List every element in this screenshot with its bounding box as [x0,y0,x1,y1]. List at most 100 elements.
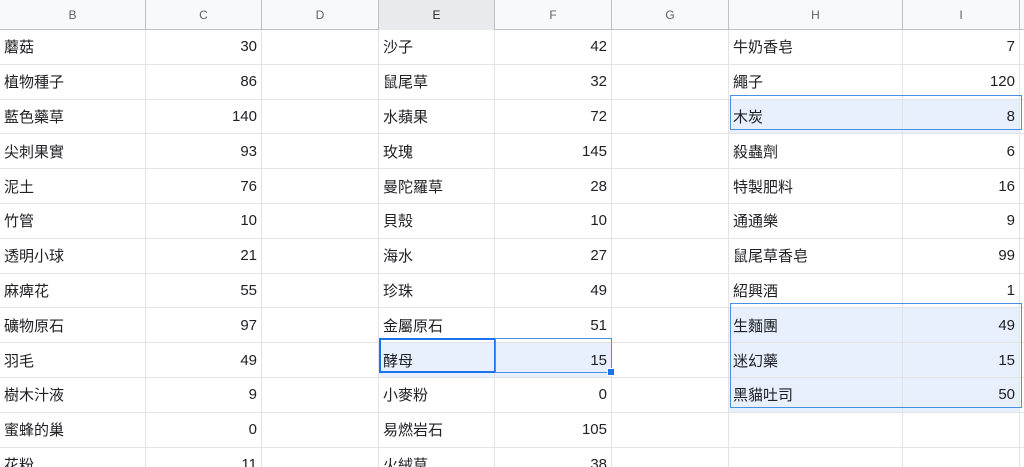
cell-h[interactable] [729,447,903,467]
column-header-e[interactable]: E [379,0,495,30]
cell-i[interactable]: 120 [903,64,1020,100]
cell-g[interactable] [612,134,729,170]
cell-e[interactable]: 酵母 [379,343,495,378]
cell-c[interactable]: 49 [146,343,262,378]
cell-g[interactable] [612,343,729,378]
column-header-h[interactable]: H [729,0,903,30]
cell-i[interactable] [903,447,1020,467]
cell-i[interactable]: 1 [903,273,1020,309]
cell-b[interactable]: 樹木汁液 [0,377,146,413]
cell-f[interactable]: 27 [495,238,612,274]
cell-d[interactable] [262,343,379,378]
cell-f[interactable]: 32 [495,64,612,100]
cell-b[interactable]: 麻痺花 [0,273,146,309]
cell-e[interactable]: 金屬原石 [379,308,495,344]
cell-e[interactable]: 小麥粉 [379,377,495,413]
cell-d[interactable] [262,377,379,413]
cell-b[interactable]: 透明小球 [0,238,146,274]
cell-g[interactable] [612,169,729,204]
cell-c[interactable]: 76 [146,169,262,204]
cell-f[interactable]: 72 [495,99,612,135]
cell-g[interactable] [612,273,729,309]
cell-h[interactable]: 紹興酒 [729,273,903,309]
cell-h[interactable]: 迷幻藥 [729,343,903,378]
cell-d[interactable] [262,64,379,100]
cell-c[interactable]: 30 [146,30,262,65]
cell-g[interactable] [612,64,729,100]
cell-f[interactable]: 49 [495,273,612,309]
cell-b[interactable]: 藍色藥草 [0,99,146,135]
cell-f[interactable]: 10 [495,203,612,239]
cell-d[interactable] [262,308,379,344]
cell-c[interactable]: 0 [146,412,262,448]
cell-g[interactable] [612,238,729,274]
cell-d[interactable] [262,273,379,309]
cell-e[interactable]: 沙子 [379,30,495,65]
cell-c[interactable]: 86 [146,64,262,100]
cell-i[interactable] [903,412,1020,448]
cell-b[interactable]: 植物種子 [0,64,146,100]
cell-g[interactable] [612,203,729,239]
cell-b[interactable]: 尖刺果實 [0,134,146,170]
column-header-g[interactable]: G [612,0,729,30]
column-header-i[interactable]: I [903,0,1020,30]
cell-d[interactable] [262,169,379,204]
cell-f[interactable]: 51 [495,308,612,344]
cell-g[interactable] [612,412,729,448]
cell-b[interactable]: 蘑菇 [0,30,146,65]
cell-e[interactable]: 玫瑰 [379,134,495,170]
cell-f[interactable]: 145 [495,134,612,170]
fill-handle[interactable] [607,368,615,376]
cell-c[interactable]: 9 [146,377,262,413]
cell-i[interactable]: 50 [903,377,1020,413]
cell-g[interactable] [612,99,729,135]
cell-c[interactable]: 97 [146,308,262,344]
cell-d[interactable] [262,447,379,467]
cell-g[interactable] [612,447,729,467]
cell-e[interactable]: 曼陀羅草 [379,169,495,204]
cell-b[interactable]: 礦物原石 [0,308,146,344]
cell-b[interactable]: 泥土 [0,169,146,204]
cell-c[interactable]: 55 [146,273,262,309]
cell-c[interactable]: 10 [146,203,262,239]
cell-c[interactable]: 93 [146,134,262,170]
cell-e[interactable]: 火絨草 [379,447,495,467]
cell-i[interactable]: 9 [903,203,1020,239]
cell-b[interactable]: 竹管 [0,203,146,239]
cell-e[interactable]: 易燃岩石 [379,412,495,448]
cell-f[interactable]: 28 [495,169,612,204]
column-header-d[interactable]: D [262,0,379,30]
cell-f[interactable]: 15 [495,343,612,378]
cell-f[interactable]: 38 [495,447,612,467]
cell-d[interactable] [262,134,379,170]
cell-g[interactable] [612,377,729,413]
cell-c[interactable]: 21 [146,238,262,274]
cell-e[interactable]: 鼠尾草 [379,64,495,100]
cell-c[interactable]: 140 [146,99,262,135]
cell-d[interactable] [262,30,379,65]
cell-f[interactable]: 0 [495,377,612,413]
column-header-b[interactable]: B [0,0,146,30]
cell-h[interactable]: 通通樂 [729,203,903,239]
cell-h[interactable]: 繩子 [729,64,903,100]
cell-b[interactable]: 蜜蜂的巢 [0,412,146,448]
cell-d[interactable] [262,412,379,448]
cell-b[interactable]: 羽毛 [0,343,146,378]
cell-h[interactable]: 鼠尾草香皂 [729,238,903,274]
cell-h[interactable]: 生麵團 [729,308,903,344]
cell-d[interactable] [262,203,379,239]
cell-f[interactable]: 105 [495,412,612,448]
cell-h[interactable]: 黑貓吐司 [729,377,903,413]
cell-e[interactable]: 海水 [379,238,495,274]
cell-i[interactable]: 15 [903,343,1020,378]
cell-i[interactable]: 8 [903,99,1020,135]
cell-h[interactable]: 殺蟲劑 [729,134,903,170]
cell-i[interactable]: 16 [903,169,1020,204]
cell-b[interactable]: 花粉 [0,447,146,467]
cell-d[interactable] [262,238,379,274]
cell-g[interactable] [612,30,729,65]
cell-i[interactable]: 7 [903,30,1020,65]
column-header-f[interactable]: F [495,0,612,30]
cell-h[interactable]: 木炭 [729,99,903,135]
cell-e[interactable]: 珍珠 [379,273,495,309]
